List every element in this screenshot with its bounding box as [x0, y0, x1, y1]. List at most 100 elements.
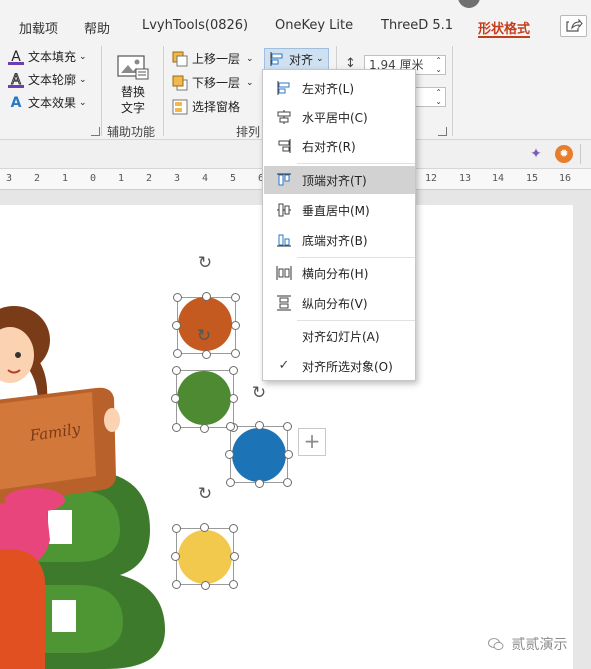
- menu-item-align-middle[interactable]: 垂直居中(M): [264, 196, 415, 224]
- resize-handle[interactable]: [201, 581, 210, 590]
- resize-handle[interactable]: [171, 552, 180, 561]
- settings-gear-icon[interactable]: ✹: [555, 145, 573, 163]
- resize-handle[interactable]: [231, 293, 240, 302]
- blue-circle[interactable]: [232, 428, 286, 482]
- bring-forward-button[interactable]: 上移一层 ⌄: [172, 50, 254, 67]
- chevron-down-icon: ⌄: [316, 54, 324, 64]
- wordart-launcher-icon[interactable]: [91, 127, 100, 136]
- add-shape-plus-button[interactable]: +: [298, 428, 326, 456]
- align-right-icon: [276, 138, 292, 154]
- resize-handle[interactable]: [229, 394, 238, 403]
- watermark: 贰贰演示: [488, 634, 567, 654]
- resize-handle[interactable]: [172, 580, 181, 589]
- ruler-tick: 13: [459, 173, 472, 184]
- align-middle-icon: [276, 202, 292, 218]
- send-backward-label: 下移一层: [192, 76, 241, 90]
- text-effect-icon: A: [10, 94, 22, 111]
- resize-handle[interactable]: [172, 524, 181, 533]
- resize-handle[interactable]: [200, 523, 209, 532]
- resize-handle[interactable]: [200, 424, 209, 433]
- resize-handle[interactable]: [226, 422, 235, 431]
- rotate-handle-icon[interactable]: ↻: [249, 383, 269, 403]
- distribute-horizontal-icon: [276, 265, 292, 281]
- rotate-handle-icon[interactable]: ↻: [195, 253, 215, 273]
- alt-text-button[interactable]: 替换 文字: [118, 84, 148, 116]
- align-dropdown-menu: 左对齐(L) 水平居中(C) 右对齐(R) 顶端对齐(T) 垂直居中(M) 底端…: [262, 69, 416, 381]
- designer-icon[interactable]: ✦: [527, 145, 545, 163]
- menu-item-label: 右对齐(R): [302, 139, 356, 154]
- text-effect-button[interactable]: A 文本效果 ⌄: [8, 94, 87, 111]
- text-outline-button[interactable]: A 文本轮廓 ⌄: [8, 71, 87, 88]
- menu-item-label: 底端对齐(B): [302, 233, 368, 248]
- resize-handle[interactable]: [172, 423, 181, 432]
- align-bottom-icon: [276, 232, 292, 248]
- tab-onekey-lite[interactable]: OneKey Lite: [275, 18, 353, 33]
- group-divider: [452, 46, 453, 136]
- send-backward-button[interactable]: 下移一层 ⌄: [172, 74, 254, 91]
- menu-item-align-right[interactable]: 右对齐(R): [264, 132, 415, 160]
- powerpoint-window: 加载项 帮助 LvyhTools(0826) OneKey Lite Three…: [0, 0, 591, 669]
- resize-handle[interactable]: [284, 450, 293, 459]
- resize-handle[interactable]: [231, 349, 240, 358]
- menu-item-distribute-horizontal[interactable]: 横向分布(H): [264, 259, 415, 287]
- share-button[interactable]: [560, 15, 587, 37]
- tab-threed[interactable]: ThreeD 5.1: [381, 18, 453, 33]
- resize-handle[interactable]: [229, 580, 238, 589]
- yellow-circle[interactable]: [178, 530, 232, 584]
- resize-handle[interactable]: [230, 552, 239, 561]
- menu-item-label: 垂直居中(M): [302, 203, 370, 218]
- menu-item-label: 水平居中(C): [302, 110, 368, 125]
- girl-reading-illustration: Family: [0, 306, 165, 669]
- menu-separator: [297, 257, 415, 258]
- resize-handle[interactable]: [173, 293, 182, 302]
- green-circle[interactable]: [177, 371, 231, 425]
- resize-handle[interactable]: [202, 350, 211, 359]
- send-backward-icon: [172, 75, 188, 91]
- size-launcher-icon[interactable]: [438, 127, 447, 136]
- resize-handle[interactable]: [225, 450, 234, 459]
- ruler-tick: 0: [90, 173, 97, 184]
- tab-lvyhtools[interactable]: LvyhTools(0826): [142, 18, 248, 33]
- alt-text-icon: [116, 54, 150, 82]
- text-effect-label: 文本效果: [28, 96, 77, 110]
- menu-item-label: 顶端对齐(T): [302, 173, 367, 188]
- resize-handle[interactable]: [255, 479, 264, 488]
- ruler-tick: 1: [62, 173, 69, 184]
- ruler-tick: 15: [526, 173, 539, 184]
- resize-handle[interactable]: [229, 524, 238, 533]
- menu-item-align-bottom[interactable]: 底端对齐(B): [264, 226, 415, 254]
- selection-pane-button[interactable]: 选择窗格: [172, 98, 240, 115]
- spinner-arrows-icon[interactable]: ⌃ ⌄: [435, 56, 442, 74]
- resize-handle[interactable]: [229, 366, 238, 375]
- text-fill-label: 文本填充: [28, 50, 77, 64]
- menu-item-align-selected-objects[interactable]: ✓ 对齐所选对象(O): [264, 352, 415, 380]
- menu-item-align-to-slide[interactable]: 对齐幻灯片(A): [264, 322, 415, 350]
- resize-handle[interactable]: [202, 292, 211, 301]
- resize-handle[interactable]: [172, 321, 181, 330]
- align-button[interactable]: 对齐 ⌄: [264, 48, 329, 70]
- resize-handle[interactable]: [255, 421, 264, 430]
- menu-item-align-left[interactable]: 左对齐(L): [264, 74, 415, 102]
- rotate-handle-icon[interactable]: ↻: [194, 326, 214, 346]
- resize-handle[interactable]: [226, 478, 235, 487]
- spinner-arrows-icon[interactable]: ⌃ ⌄: [435, 88, 442, 106]
- ruler-tick: 5: [230, 173, 237, 184]
- resize-handle[interactable]: [172, 366, 181, 375]
- tab-addins[interactable]: 加载项: [19, 18, 58, 37]
- tab-help[interactable]: 帮助: [84, 18, 110, 37]
- menu-item-align-center[interactable]: 水平居中(C): [264, 103, 415, 131]
- ribbon-tab-bar: 加载项 帮助 LvyhTools(0826) OneKey Lite Three…: [0, 0, 591, 39]
- resize-handle[interactable]: [171, 394, 180, 403]
- chevron-down-icon: ⌄: [79, 74, 87, 85]
- chevron-down-icon: ⌄: [246, 77, 254, 88]
- resize-handle[interactable]: [173, 349, 182, 358]
- rotate-handle-icon[interactable]: ↻: [195, 484, 215, 504]
- menu-separator: [297, 320, 415, 321]
- resize-handle[interactable]: [283, 422, 292, 431]
- menu-item-align-top[interactable]: 顶端对齐(T): [264, 166, 415, 194]
- resize-handle[interactable]: [231, 321, 240, 330]
- menu-item-distribute-vertical[interactable]: 纵向分布(V): [264, 289, 415, 317]
- tab-shape-format[interactable]: 形状格式: [478, 18, 530, 37]
- text-fill-button[interactable]: A 文本填充 ⌄: [8, 48, 87, 65]
- resize-handle[interactable]: [283, 478, 292, 487]
